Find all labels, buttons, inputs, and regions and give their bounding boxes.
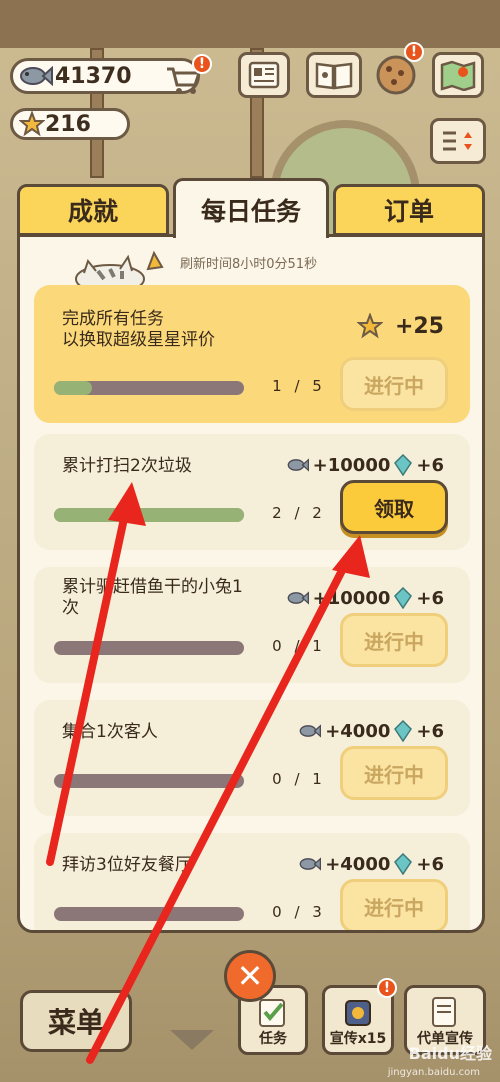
tab-achievements[interactable]: 成就 bbox=[17, 184, 169, 236]
map-icon bbox=[440, 60, 476, 91]
fish-reward-amount: +10000 bbox=[312, 587, 391, 609]
fish-reward-amount: +4000 bbox=[325, 853, 391, 875]
task-title-line: 累计驱赶借鱼干的小兔1 bbox=[62, 577, 243, 597]
promo-card-icon bbox=[345, 1000, 371, 1026]
task-title: 完成所有任务 以换取超级星星评价 bbox=[62, 309, 215, 351]
tasks-button-label: 任务 bbox=[259, 1031, 287, 1047]
document-icon bbox=[432, 997, 456, 1027]
notification-badge-icon: ! bbox=[404, 42, 424, 62]
checklist-icon bbox=[259, 999, 285, 1027]
progress-fill bbox=[54, 381, 92, 395]
in-progress-button[interactable]: 进行中 bbox=[340, 613, 448, 667]
fish-reward-amount: +4000 bbox=[325, 720, 391, 742]
task-card: 累计驱赶借鱼干的小兔1 次 +10000 +6 0 / 1 进行中 bbox=[34, 567, 470, 683]
tab-daily-tasks[interactable]: 每日任务 bbox=[173, 178, 329, 238]
progress-bar bbox=[54, 907, 244, 921]
promo-button[interactable]: 宣传x15 ! bbox=[322, 978, 397, 1055]
refresh-timer: 刷新时间8小时0分51秒 bbox=[180, 257, 318, 272]
star-icon bbox=[356, 313, 383, 339]
fish-icon bbox=[299, 724, 322, 738]
task-reward: +4000 +6 bbox=[299, 853, 444, 875]
promo-button-label: 宣传x15 bbox=[329, 1031, 387, 1047]
progress-count: 0 / 3 bbox=[272, 903, 326, 921]
progress-count: 0 / 1 bbox=[272, 637, 326, 655]
notification-badge-icon: ! bbox=[192, 54, 212, 74]
notification-badge-icon: ! bbox=[377, 978, 397, 998]
recipe-book-button[interactable] bbox=[306, 52, 362, 98]
task-card: 累计打扫2次垃圾 +10000 +6 2 / 2 领取 bbox=[34, 434, 470, 550]
gem-reward-amount: +6 bbox=[416, 587, 444, 609]
fish-icon bbox=[20, 65, 53, 87]
gem-icon bbox=[394, 720, 413, 742]
task-card-all-complete: 完成所有任务 以换取超级星星评价 +25 1 / 5 进行中 bbox=[34, 285, 470, 423]
progress-fill bbox=[54, 508, 244, 522]
progress-bar bbox=[54, 774, 244, 788]
sort-button[interactable] bbox=[430, 118, 486, 164]
gem-icon bbox=[394, 853, 413, 875]
ceiling-beam bbox=[0, 0, 500, 48]
task-sheet: 刷新时间8小时0分51秒 完成所有任务 以换取超级星星评价 +25 1 / 5 … bbox=[17, 234, 485, 933]
cart-button[interactable]: ! bbox=[160, 54, 212, 100]
fish-icon bbox=[299, 857, 322, 871]
star-currency: 216 bbox=[10, 108, 130, 140]
in-progress-button[interactable]: 进行中 bbox=[340, 746, 448, 800]
task-title-line: 完成所有任务 bbox=[62, 309, 164, 329]
in-progress-button[interactable]: 进行中 bbox=[340, 879, 448, 930]
close-panel-button[interactable]: ✕ bbox=[224, 950, 276, 1002]
gem-reward-amount: +6 bbox=[416, 853, 444, 875]
gem-icon bbox=[394, 454, 413, 476]
task-title: 集合1次客人 bbox=[62, 722, 158, 742]
in-progress-button[interactable]: 进行中 bbox=[340, 357, 448, 411]
reward-amount: +25 bbox=[394, 313, 444, 339]
task-title: 累计打扫2次垃圾 bbox=[62, 456, 192, 476]
tab-bar: 成就 每日任务 订单 bbox=[17, 178, 485, 238]
progress-bar bbox=[54, 641, 244, 655]
watermark-logo: Baidu经验 bbox=[408, 1044, 492, 1063]
task-title-line: 次 bbox=[62, 598, 79, 618]
star-count: 216 bbox=[45, 111, 91, 137]
fish-reward-amount: +10000 bbox=[312, 454, 391, 476]
star-reward: +25 bbox=[356, 313, 444, 339]
book-icon bbox=[315, 62, 353, 90]
progress-count: 0 / 1 bbox=[272, 770, 326, 788]
menu-button[interactable]: 菜单 bbox=[20, 990, 132, 1052]
fish-count: 41370 bbox=[55, 63, 132, 89]
task-title: 拜访3位好友餐厅 bbox=[62, 855, 192, 875]
map-button[interactable] bbox=[432, 52, 484, 98]
task-panel: 成就 每日任务 订单 刷新时间8小时0分51秒 完成所有任务 以换取超级星星评价… bbox=[17, 178, 485, 933]
task-reward: +10000 +6 bbox=[287, 454, 444, 476]
gem-icon bbox=[394, 587, 413, 609]
progress-count: 1 / 5 bbox=[272, 377, 326, 395]
gem-reward-amount: +6 bbox=[416, 454, 444, 476]
task-reward: +10000 +6 bbox=[287, 587, 444, 609]
claim-button[interactable]: 领取 bbox=[340, 480, 448, 534]
watermark-url: jingyan.baidu.com bbox=[387, 1067, 480, 1078]
progress-bar bbox=[54, 508, 244, 522]
tab-orders[interactable]: 订单 bbox=[333, 184, 485, 236]
star-icon bbox=[19, 111, 45, 137]
fish-icon bbox=[287, 591, 309, 605]
task-reward: +4000 +6 bbox=[299, 720, 444, 742]
sort-icon bbox=[443, 131, 472, 151]
task-card: 拜访3位好友餐厅 +4000 +6 0 / 3 进行中 bbox=[34, 833, 470, 930]
newspaper-button[interactable] bbox=[238, 52, 290, 98]
collapse-arrow-icon[interactable] bbox=[170, 1030, 214, 1050]
newspaper-icon bbox=[248, 61, 280, 89]
cookie-button[interactable]: ! bbox=[370, 42, 424, 98]
progress-bar bbox=[54, 381, 244, 395]
task-title: 累计驱赶借鱼干的小兔1 次 bbox=[62, 577, 243, 619]
task-card: 集合1次客人 +4000 +6 0 / 1 进行中 bbox=[34, 700, 470, 816]
progress-count: 2 / 2 bbox=[272, 504, 326, 522]
task-title-line: 以换取超级星星评价 bbox=[62, 330, 215, 350]
gem-reward-amount: +6 bbox=[416, 720, 444, 742]
fish-icon bbox=[287, 458, 309, 472]
